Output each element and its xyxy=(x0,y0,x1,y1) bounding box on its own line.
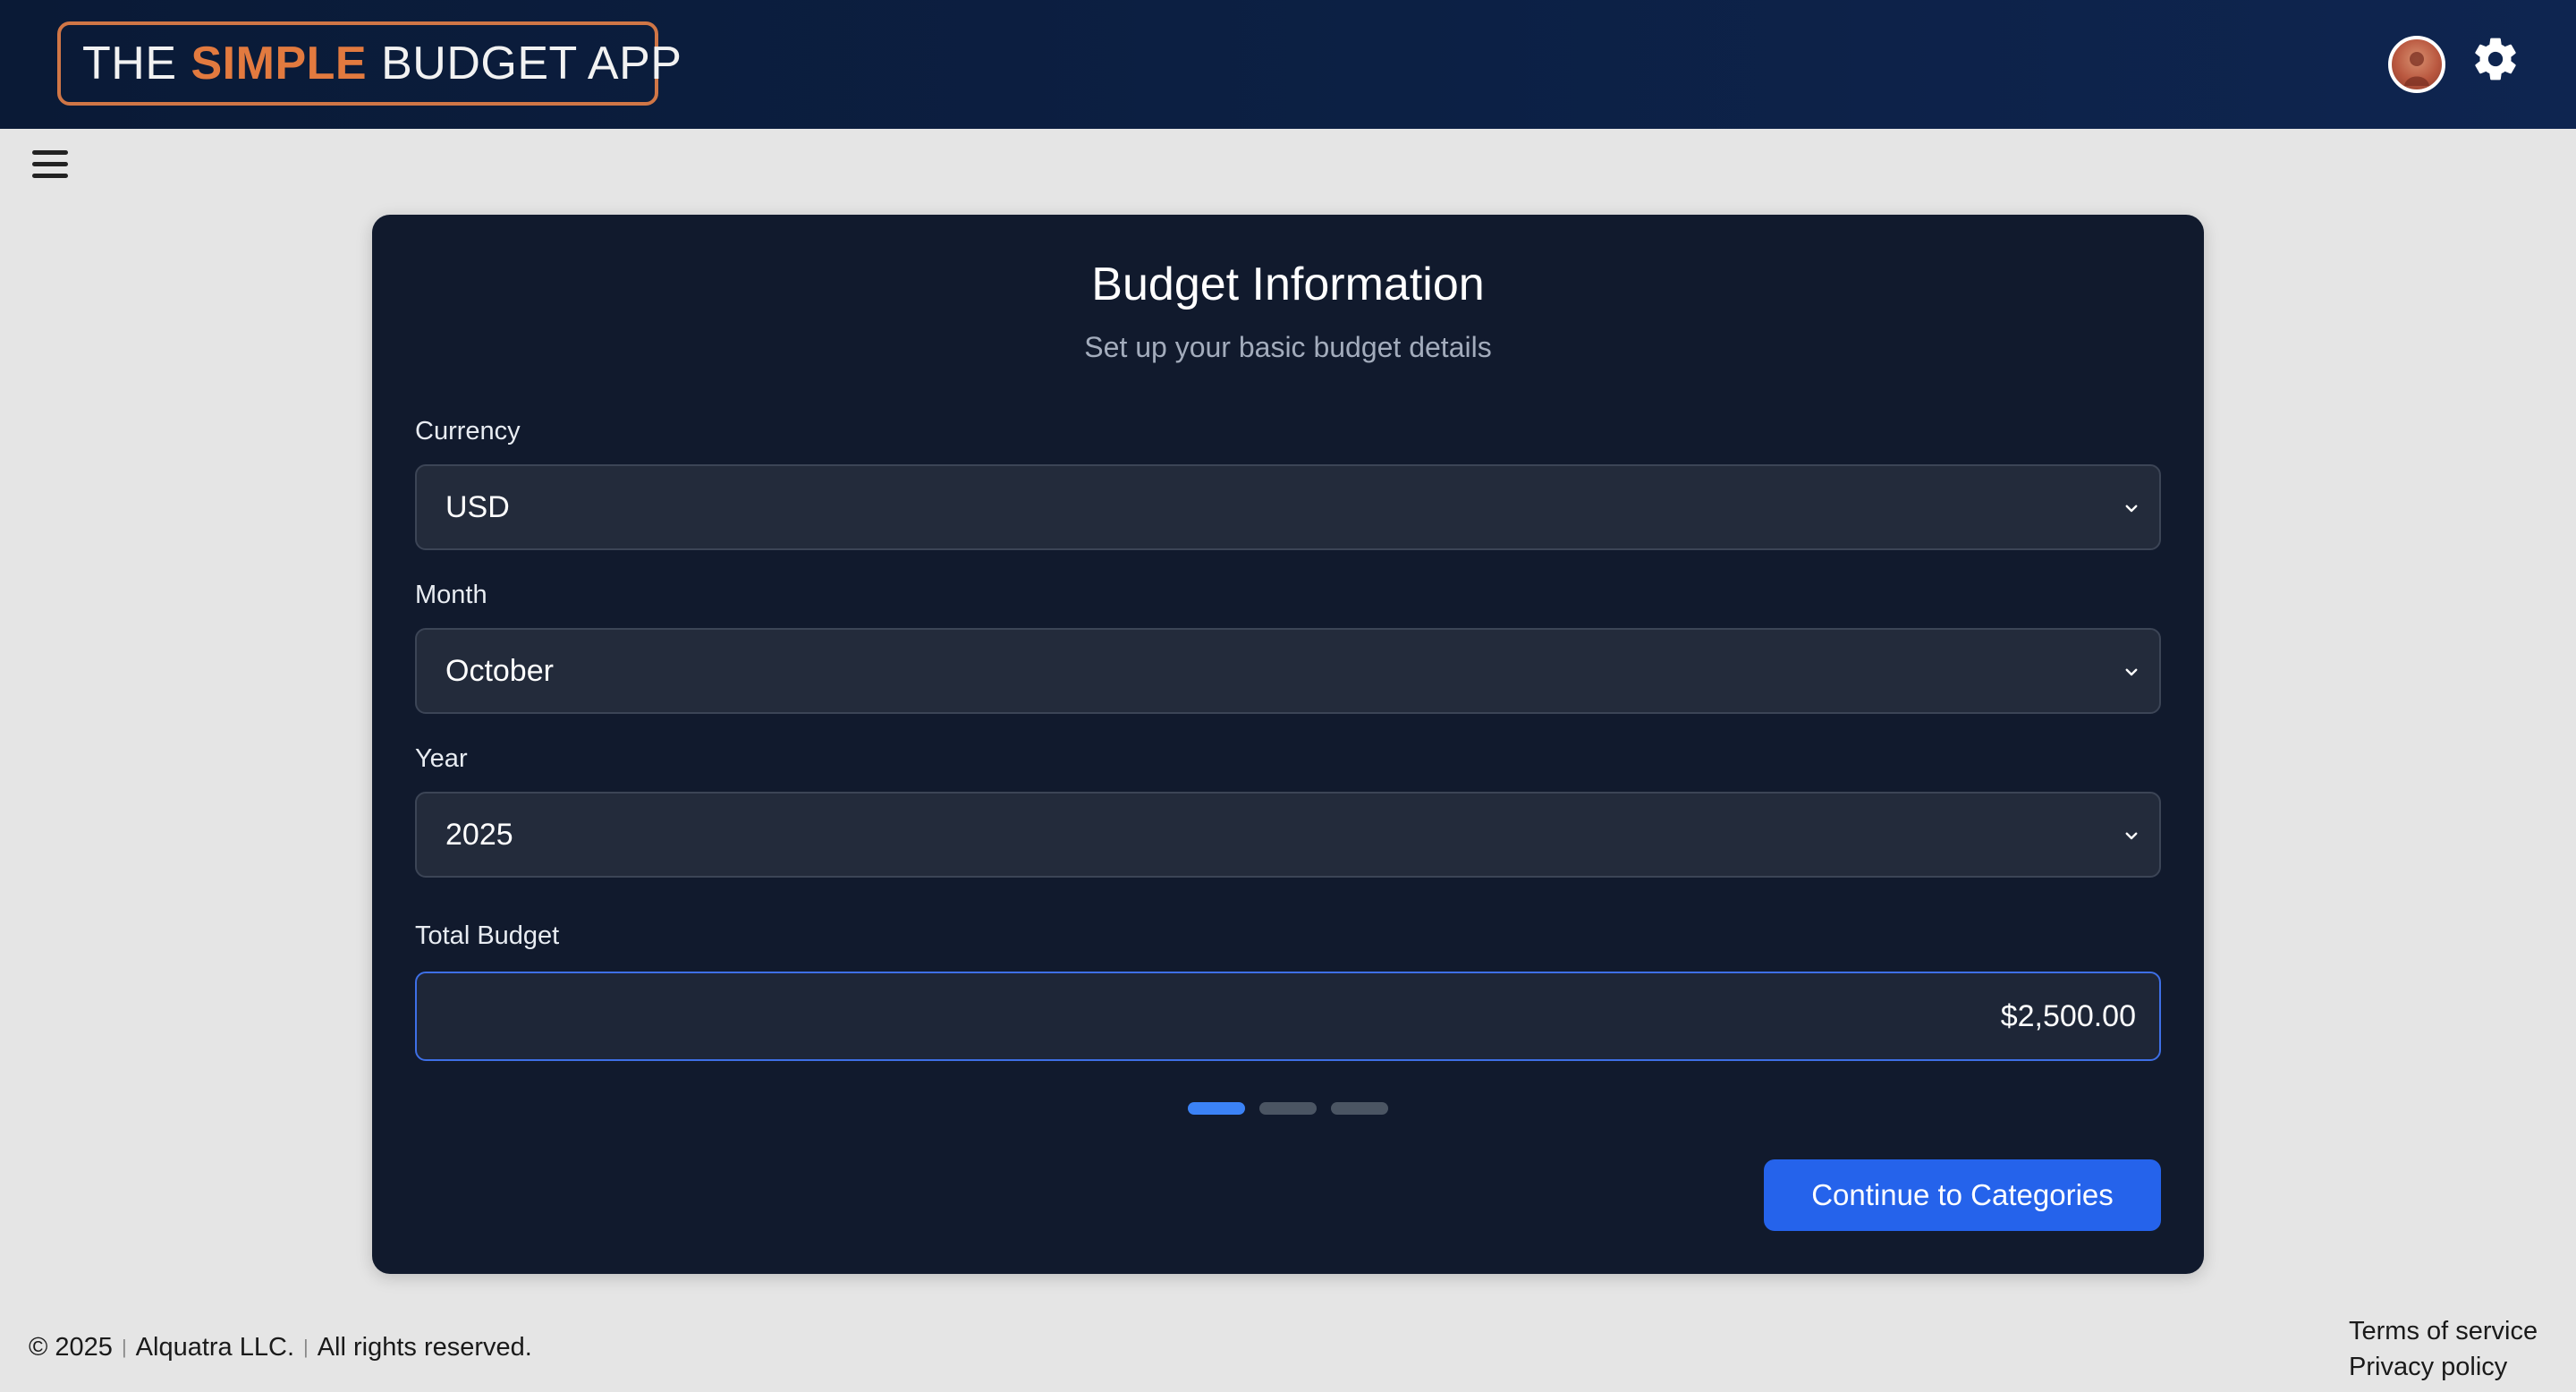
terms-of-service-link[interactable]: Terms of service xyxy=(2349,1313,2538,1349)
privacy-policy-link[interactable]: Privacy policy xyxy=(2349,1349,2538,1385)
continue-to-categories-button[interactable]: Continue to Categories xyxy=(1764,1159,2161,1231)
year-label: Year xyxy=(415,744,468,773)
logo-text-the: THE xyxy=(82,38,177,89)
gear-icon[interactable] xyxy=(2470,34,2521,84)
year-value: 2025 xyxy=(445,817,513,852)
currency-label: Currency xyxy=(415,417,521,446)
chevron-down-icon xyxy=(2125,832,2138,840)
rights-reserved: All rights reserved. xyxy=(317,1333,532,1362)
hamburger-line xyxy=(32,162,68,166)
user-avatar[interactable] xyxy=(2388,36,2445,93)
logo-text-budget-app: BUDGET APP xyxy=(381,38,682,89)
year-select[interactable]: 2025 xyxy=(415,792,2161,878)
top-header: THE SIMPLE BUDGET APP xyxy=(0,0,2576,129)
copyright-year: © 2025 xyxy=(29,1333,113,1362)
card-subtitle: Set up your basic budget details xyxy=(1084,331,1492,363)
step-dot-1-active xyxy=(1188,1102,1245,1115)
logo-text-simple: SIMPLE xyxy=(191,38,368,89)
step-indicator xyxy=(1188,1102,1388,1115)
step-dot-2 xyxy=(1259,1102,1317,1115)
total-budget-label: Total Budget xyxy=(415,921,560,950)
footer-links: Terms of service Privacy policy xyxy=(2349,1313,2538,1385)
hamburger-line xyxy=(32,150,68,155)
month-select[interactable]: October xyxy=(415,628,2161,714)
page-footer: © 2025 | Alquatra LLC. | All rights reserved… xyxy=(0,1303,2576,1392)
budget-information-card: Budget Information Set up your basic bud… xyxy=(372,215,2204,1274)
currency-value: USD xyxy=(445,489,510,524)
hamburger-line xyxy=(32,174,68,178)
footer-separator: | xyxy=(121,1336,127,1358)
total-budget-input[interactable] xyxy=(415,972,2161,1061)
footer-separator: | xyxy=(303,1336,309,1358)
app-logo[interactable]: THE SIMPLE BUDGET APP xyxy=(57,21,682,106)
person-icon xyxy=(2404,52,2429,86)
company-name: Alquatra LLC. xyxy=(135,1333,294,1362)
hamburger-menu-icon[interactable] xyxy=(32,150,68,179)
chevron-down-icon xyxy=(2125,505,2138,513)
card-title: Budget Information xyxy=(1091,259,1485,310)
chevron-down-icon xyxy=(2125,668,2138,676)
month-value: October xyxy=(445,653,554,688)
copyright-text: © 2025 | Alquatra LLC. | All rights reserved… xyxy=(29,1333,532,1362)
step-dot-3 xyxy=(1331,1102,1388,1115)
currency-select[interactable]: USD xyxy=(415,464,2161,550)
month-label: Month xyxy=(415,581,487,609)
